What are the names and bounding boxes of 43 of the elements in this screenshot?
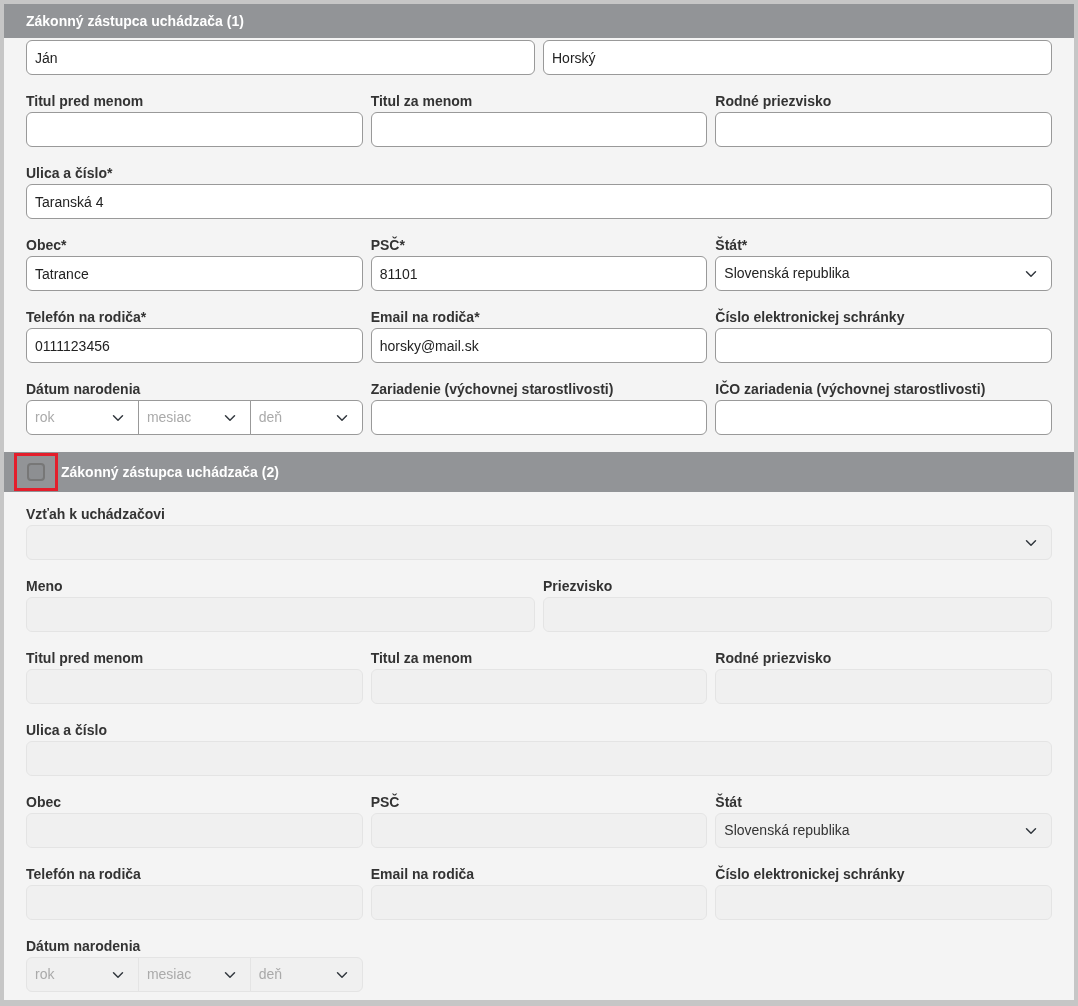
field-label: Rodné priezvisko	[715, 92, 833, 111]
input-field[interactable]	[370, 400, 708, 435]
field-label: Rodné priezvisko	[715, 649, 833, 668]
input-field[interactable]	[26, 112, 363, 147]
field-label: Telefón na rodiča*	[26, 308, 148, 327]
input-field[interactable]	[715, 400, 1052, 435]
field-label: Titul pred menom	[26, 92, 145, 111]
field-label: Číslo elektronickej schránky	[715, 308, 906, 327]
field-label: Ulica a číslo	[26, 721, 108, 740]
field-label: Email na rodiča	[370, 865, 476, 884]
input-field[interactable]: 81101	[370, 256, 708, 291]
field-label: Titul za menom	[370, 649, 474, 668]
field-label: PSČ	[370, 793, 401, 812]
field-label: IČO zariadenia (výchovnej starostlivosti)	[715, 380, 987, 399]
field-label: Zariadenie (výchovnej starostlivosti)	[370, 380, 615, 399]
input-field[interactable]: Ján	[26, 40, 535, 75]
field-label: Obec	[26, 793, 62, 812]
field-label: Číslo elektronickej schránky	[715, 865, 906, 884]
input-field[interactable]	[715, 328, 1052, 363]
input-field[interactable]: Taranská 4	[26, 184, 1052, 219]
field-label: PSČ*	[370, 236, 406, 255]
field-label: Dátum narodenia	[26, 937, 142, 956]
section-title: Zákonný zástupca uchádzača (1)	[26, 11, 244, 31]
input-field[interactable]: Tatrance	[26, 256, 363, 291]
field-label: Obec*	[26, 236, 68, 255]
field-label: Priezvisko	[543, 577, 614, 596]
input-field[interactable]	[715, 112, 1052, 147]
field-label: Vzťah k uchádzačovi	[26, 505, 166, 524]
field-label: Titul pred menom	[26, 649, 145, 668]
input-field[interactable]: 0111123456	[26, 328, 363, 363]
section-title: Zákonný zástupca uchádzača (2)	[61, 462, 279, 482]
field-label: Email na rodiča*	[370, 308, 481, 327]
field-label: Štát*	[715, 236, 749, 255]
input-field[interactable]: horsky@mail.sk	[370, 328, 708, 363]
input-field[interactable]	[370, 112, 708, 147]
select-field[interactable]: Slovenská republika	[715, 256, 1052, 291]
field-label: Dátum narodenia	[26, 380, 142, 399]
input-field[interactable]: Horský	[543, 40, 1052, 75]
field-label: Meno	[26, 577, 64, 596]
field-label: Telefón na rodiča	[26, 865, 142, 884]
field-label: Ulica a číslo*	[26, 164, 114, 183]
field-label: Titul za menom	[370, 92, 474, 111]
field-label: Štát	[715, 793, 743, 812]
